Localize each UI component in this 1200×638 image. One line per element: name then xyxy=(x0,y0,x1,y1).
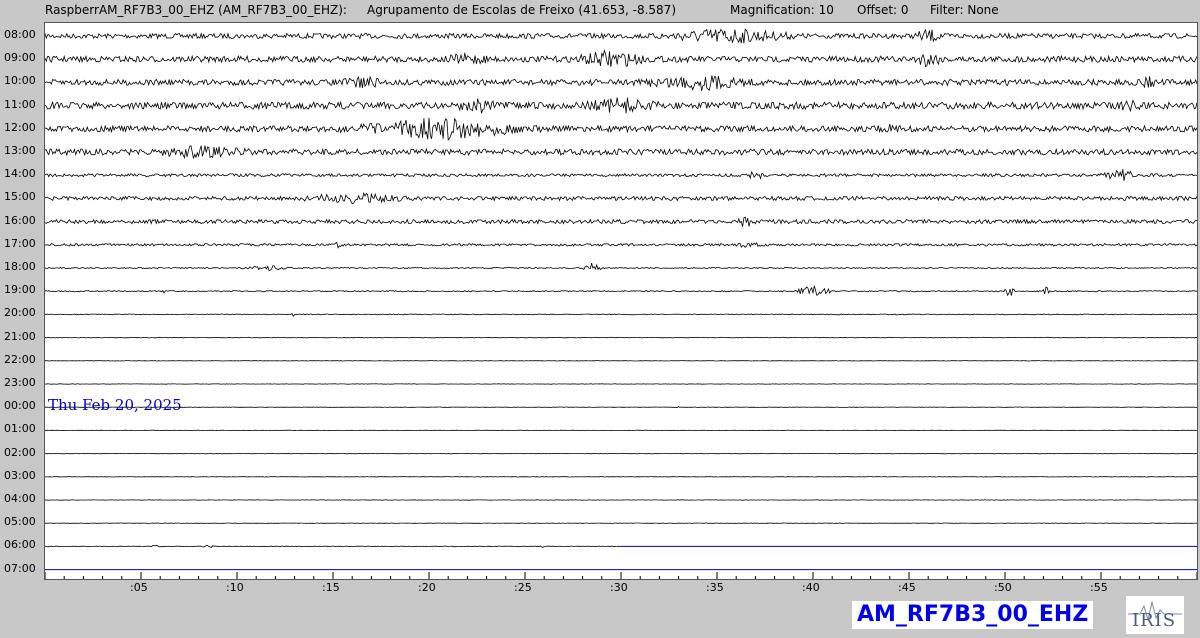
hour-label: 19:00 xyxy=(4,283,36,297)
hour-label: 06:00 xyxy=(4,538,36,552)
magnification-label: Magnification: 10 xyxy=(730,3,834,17)
hour-label: 05:00 xyxy=(4,515,36,529)
hour-label: 12:00 xyxy=(4,120,36,134)
trace-line xyxy=(45,336,1197,339)
header-bar: RaspberrAM_RF7B3_00_EHZ (AM_RF7B3_00_EHZ… xyxy=(0,0,1200,20)
hour-label: 02:00 xyxy=(4,445,36,459)
seismogram-traces xyxy=(45,28,1197,579)
hour-label: 04:00 xyxy=(4,492,36,505)
helicorder-plot xyxy=(44,22,1198,580)
trace-line xyxy=(45,75,1197,91)
trace-line xyxy=(45,191,1197,205)
date-label: Thu Feb 20, 2025 xyxy=(48,396,182,414)
filter-label: Filter: None xyxy=(930,3,999,17)
trace-line xyxy=(45,241,1197,249)
minute-label: :50 xyxy=(994,581,1012,594)
hour-label: 21:00 xyxy=(4,329,36,343)
minute-label: :10 xyxy=(226,581,244,594)
hour-label: 22:00 xyxy=(4,352,36,366)
trace-line xyxy=(45,312,1197,318)
hour-label: 09:00 xyxy=(4,51,36,65)
station-code-label: AM_RF7B3_00_EHZ xyxy=(852,601,1094,629)
hour-label: 01:00 xyxy=(4,422,36,436)
station-location: Agrupamento de Escolas de Freixo (41.653… xyxy=(367,3,676,17)
trace-line xyxy=(45,406,1197,409)
hour-label: 10:00 xyxy=(4,74,36,88)
hour-label: 14:00 xyxy=(4,167,36,181)
trace-line xyxy=(45,28,1197,44)
hour-label: 16:00 xyxy=(4,213,36,227)
minute-label: :20 xyxy=(418,581,436,594)
minute-label: :15 xyxy=(322,581,340,594)
trace-line xyxy=(45,145,1197,159)
minute-label: :35 xyxy=(706,581,724,594)
hour-label: 03:00 xyxy=(4,468,36,482)
trace-line xyxy=(45,544,622,548)
offset-label: Offset: 0 xyxy=(857,3,909,17)
trace-line xyxy=(45,97,1197,114)
trace-line xyxy=(45,285,1197,297)
hour-label: 00:00 xyxy=(4,399,36,413)
trace-line xyxy=(45,216,1197,227)
hour-label: 13:00 xyxy=(4,144,36,157)
trace-line xyxy=(45,263,1197,271)
hour-label: 17:00 xyxy=(4,236,36,250)
logo-text: IRIS xyxy=(1132,610,1177,631)
hour-label: 18:00 xyxy=(4,260,36,273)
minute-label: :40 xyxy=(802,581,820,594)
minute-label: :45 xyxy=(898,581,916,594)
trace-line xyxy=(45,169,1197,181)
trace-line xyxy=(45,49,1197,68)
station-title: RaspberrAM_RF7B3_00_EHZ (AM_RF7B3_00_EHZ… xyxy=(45,3,347,17)
hour-label: 15:00 xyxy=(4,190,36,204)
minute-label: :30 xyxy=(610,581,628,594)
minute-label: :25 xyxy=(514,581,532,594)
minute-label: :55 xyxy=(1090,581,1108,594)
hour-label: 20:00 xyxy=(4,306,36,320)
trace-line xyxy=(45,117,1197,141)
hour-label: 23:00 xyxy=(4,376,36,389)
hour-label: 07:00 xyxy=(4,561,36,575)
minute-label: :05 xyxy=(130,581,148,594)
iris-logo: IRIS xyxy=(1126,596,1184,634)
hour-label: 11:00 xyxy=(4,97,36,111)
hour-label: 08:00 xyxy=(4,28,36,41)
